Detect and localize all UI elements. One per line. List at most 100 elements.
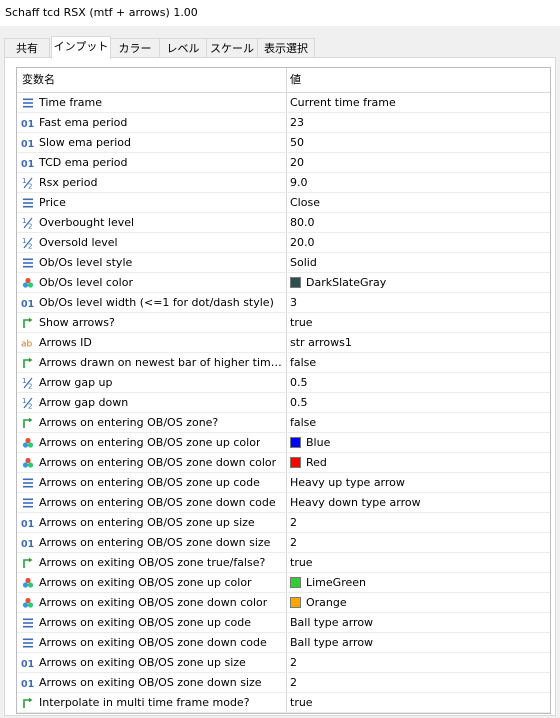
param-value-cell[interactable]: Ball type arrow <box>287 613 550 632</box>
table-row[interactable]: Time frame Current time frame <box>17 93 550 113</box>
table-row[interactable]: 1 2 Arrow gap down 0.5 <box>17 393 550 413</box>
param-value[interactable]: 9.0 <box>290 176 308 189</box>
table-row[interactable]: Ob/Os level style Solid <box>17 253 550 273</box>
table-row[interactable]: 01 Arrows on entering OB/OS zone up size 2 <box>17 513 550 533</box>
table-row[interactable]: 1 2 Overbought level 80.0 <box>17 213 550 233</box>
param-value[interactable]: str arrows1 <box>290 336 352 349</box>
param-value[interactable]: Orange <box>306 596 347 609</box>
column-header-value[interactable]: 値 <box>287 68 550 92</box>
param-value[interactable]: true <box>290 696 313 709</box>
param-value[interactable]: Heavy down type arrow <box>290 496 421 509</box>
table-row[interactable]: Arrows on exiting OB/OS zone up code Ball… <box>17 613 550 633</box>
param-value-cell[interactable]: Ball type arrow <box>287 633 550 652</box>
param-value-cell[interactable]: 3 <box>287 293 550 312</box>
param-value-cell[interactable]: true <box>287 693 550 712</box>
table-row[interactable]: Arrows on exiting OB/OS zone down code Ba… <box>17 633 550 653</box>
param-value[interactable]: false <box>290 356 316 369</box>
param-value-cell[interactable]: Close <box>287 193 550 212</box>
param-value-cell[interactable]: true <box>287 313 550 332</box>
param-value[interactable]: true <box>290 316 313 329</box>
table-row[interactable]: 01 Fast ema period 23 <box>17 113 550 133</box>
param-value[interactable]: Ball type arrow <box>290 616 373 629</box>
param-value[interactable]: 2 <box>290 656 297 669</box>
tab-common[interactable]: 共有 <box>4 38 50 58</box>
table-row[interactable]: Arrows on entering OB/OS zone? false <box>17 413 550 433</box>
table-row[interactable]: Arrows on exiting OB/OS zone true/false?… <box>17 553 550 573</box>
table-row[interactable]: Arrows on exiting OB/OS zone down color O… <box>17 593 550 613</box>
color-swatch[interactable] <box>290 577 301 588</box>
table-row[interactable]: Interpolate in multi time frame mode? tru… <box>17 693 550 713</box>
param-value[interactable]: 2 <box>290 536 297 549</box>
param-value[interactable]: Current time frame <box>290 96 396 109</box>
param-value-cell[interactable]: Red <box>287 453 550 472</box>
color-swatch[interactable] <box>290 277 301 288</box>
param-value-cell[interactable]: 2 <box>287 653 550 672</box>
param-value-cell[interactable]: 20.0 <box>287 233 550 252</box>
table-row[interactable]: 01 Arrows on entering OB/OS zone down siz… <box>17 533 550 553</box>
param-value[interactable]: 3 <box>290 296 297 309</box>
table-row[interactable]: 01 Arrows on exiting OB/OS zone up size 2 <box>17 653 550 673</box>
param-value-cell[interactable]: 0.5 <box>287 393 550 412</box>
table-row[interactable]: 1 2 Rsx period 9.0 <box>17 173 550 193</box>
param-value[interactable]: LimeGreen <box>306 576 366 589</box>
table-row[interactable]: Arrows on exiting OB/OS zone up color Lim… <box>17 573 550 593</box>
param-value-cell[interactable]: false <box>287 413 550 432</box>
param-value-cell[interactable]: Orange <box>287 593 550 612</box>
param-value-cell[interactable]: Blue <box>287 433 550 452</box>
param-value-cell[interactable]: Current time frame <box>287 93 550 112</box>
param-value-cell[interactable]: Solid <box>287 253 550 272</box>
param-value-cell[interactable]: 2 <box>287 673 550 692</box>
param-value-cell[interactable]: 2 <box>287 533 550 552</box>
color-swatch[interactable] <box>290 597 301 608</box>
param-value-cell[interactable]: LimeGreen <box>287 573 550 592</box>
param-value-cell[interactable]: false <box>287 353 550 372</box>
param-value[interactable]: Heavy up type arrow <box>290 476 405 489</box>
table-row[interactable]: Arrows drawn on newest bar of higher tim… <box>17 353 550 373</box>
param-value[interactable]: true <box>290 556 313 569</box>
param-value[interactable]: 0.5 <box>290 376 308 389</box>
param-value[interactable]: Ball type arrow <box>290 636 373 649</box>
tab-visualization[interactable]: 表示選択 <box>257 38 315 58</box>
table-row[interactable]: 01 TCD ema period 20 <box>17 153 550 173</box>
param-value[interactable]: 0.5 <box>290 396 308 409</box>
param-value[interactable]: 2 <box>290 676 297 689</box>
param-value-cell[interactable]: str arrows1 <box>287 333 550 352</box>
table-row[interactable]: 01 Ob/Os level width (<=1 for dot/dash st… <box>17 293 550 313</box>
table-row[interactable]: Ob/Os level color DarkSlateGray <box>17 273 550 293</box>
table-row[interactable]: Arrows on entering OB/OS zone down color… <box>17 453 550 473</box>
table-row[interactable]: Price Close <box>17 193 550 213</box>
param-value[interactable]: Solid <box>290 256 317 269</box>
param-value-cell[interactable]: Heavy down type arrow <box>287 493 550 512</box>
table-row[interactable]: Arrows on entering OB/OS zone down code H… <box>17 493 550 513</box>
param-value[interactable]: 2 <box>290 516 297 529</box>
param-value-cell[interactable]: 50 <box>287 133 550 152</box>
param-value[interactable]: 20 <box>290 156 304 169</box>
param-value-cell[interactable]: 80.0 <box>287 213 550 232</box>
param-value-cell[interactable]: 2 <box>287 513 550 532</box>
color-swatch[interactable] <box>290 457 301 468</box>
param-value[interactable]: Close <box>290 196 320 209</box>
param-value[interactable]: 80.0 <box>290 216 315 229</box>
tab-scale[interactable]: スケール <box>206 38 258 58</box>
param-value-cell[interactable]: 0.5 <box>287 373 550 392</box>
column-header-name[interactable]: 変数名 <box>17 68 287 92</box>
param-value[interactable]: DarkSlateGray <box>306 276 386 289</box>
param-value[interactable]: 23 <box>290 116 304 129</box>
param-value-cell[interactable]: 20 <box>287 153 550 172</box>
tab-inputs[interactable]: インプット <box>51 36 111 59</box>
param-value-cell[interactable]: Heavy up type arrow <box>287 473 550 492</box>
color-swatch[interactable] <box>290 437 301 448</box>
param-value-cell[interactable]: 23 <box>287 113 550 132</box>
table-row[interactable]: 01 Slow ema period 50 <box>17 133 550 153</box>
param-value[interactable]: false <box>290 416 316 429</box>
param-value[interactable]: Red <box>306 456 327 469</box>
param-value[interactable]: 50 <box>290 136 304 149</box>
param-value-cell[interactable]: DarkSlateGray <box>287 273 550 292</box>
table-row[interactable]: ab Arrows ID str arrows1 <box>17 333 550 353</box>
table-row[interactable]: 1 2 Oversold level 20.0 <box>17 233 550 253</box>
param-value-cell[interactable]: 9.0 <box>287 173 550 192</box>
table-row[interactable]: Arrows on entering OB/OS zone up color Bl… <box>17 433 550 453</box>
tab-colors[interactable]: カラー <box>110 38 160 58</box>
tab-levels[interactable]: レベル <box>159 38 207 58</box>
table-row[interactable]: 1 2 Arrow gap up 0.5 <box>17 373 550 393</box>
